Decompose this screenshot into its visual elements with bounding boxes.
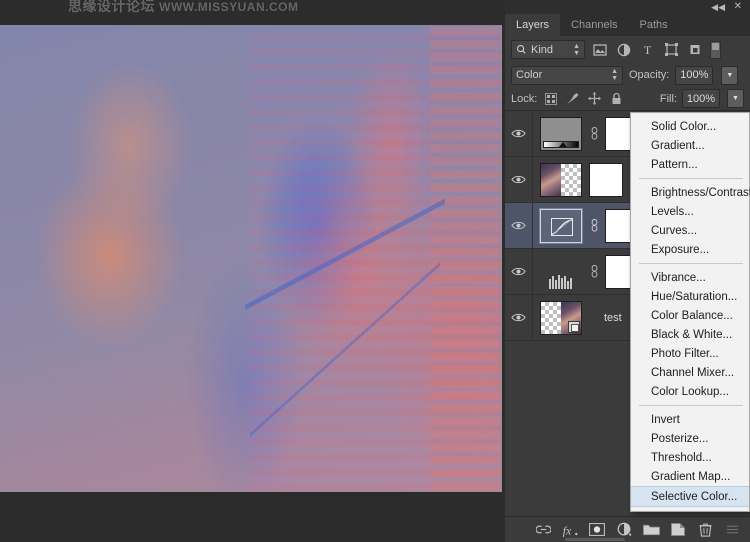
svg-text:T: T xyxy=(644,43,652,56)
layer-thumbnail-wrap[interactable] xyxy=(540,162,582,197)
layer-mask-link-icon[interactable] xyxy=(586,219,602,232)
tab-layers[interactable]: Layers xyxy=(505,14,561,36)
smart-object-icon[interactable] xyxy=(686,40,705,59)
layer-mask-link-icon[interactable] xyxy=(586,127,602,140)
blend-mode-row: Color ▲ ▼ Opacity: 100% ▼ xyxy=(505,63,750,87)
layer-name-label[interactable]: test xyxy=(604,312,622,324)
layer-thumbnail-wrap[interactable] xyxy=(539,207,583,244)
layer-thumbnail-wrap[interactable] xyxy=(540,255,582,289)
new-group-icon[interactable] xyxy=(639,519,663,541)
levels-adjustment-thumbnail[interactable] xyxy=(540,255,582,289)
lock-position-icon[interactable] xyxy=(586,90,603,107)
menu-item-black-and-white[interactable]: Black & White... xyxy=(631,325,749,344)
tab-channels[interactable]: Channels xyxy=(560,14,629,36)
filter-kind-label: Kind xyxy=(531,43,554,56)
lock-transparent-pixels-icon[interactable] xyxy=(542,90,559,107)
collapse-panel-icon[interactable]: ◀◀ xyxy=(711,1,725,13)
menu-item-levels[interactable]: Levels... xyxy=(631,202,749,221)
eye-icon xyxy=(511,129,526,138)
menu-item-color-balance[interactable]: Color Balance... xyxy=(631,306,749,325)
menu-item-selective-color[interactable]: Selective Color... xyxy=(631,486,749,507)
menu-separator xyxy=(639,263,743,264)
opacity-label: Opacity: xyxy=(629,69,670,81)
blend-mode-select[interactable]: Color ▲ ▼ xyxy=(511,65,623,85)
layer-visibility-toggle[interactable] xyxy=(505,203,533,248)
curves-adjustment-thumbnail[interactable] xyxy=(539,207,583,244)
eye-icon xyxy=(511,175,526,184)
search-icon xyxy=(517,45,526,54)
lock-all-icon[interactable] xyxy=(608,90,625,107)
layer-filter-row: Kind ▲ ▼ T xyxy=(505,36,750,63)
eye-icon xyxy=(511,221,526,230)
panel-titlebar: ◀◀ ✕ xyxy=(505,0,750,14)
menu-item-photo-filter[interactable]: Photo Filter... xyxy=(631,344,749,363)
eye-icon xyxy=(511,313,526,322)
smart-object-thumbnail[interactable] xyxy=(540,300,582,335)
menu-item-curves[interactable]: Curves... xyxy=(631,221,749,240)
pixel-layer-icon[interactable] xyxy=(590,40,609,59)
layer-visibility-toggle[interactable] xyxy=(505,249,533,294)
lock-row: Lock: Fill: 100% ▼ xyxy=(505,87,750,111)
menu-item-exposure[interactable]: Exposure... xyxy=(631,240,749,259)
layer-visibility-toggle[interactable] xyxy=(505,295,533,340)
layer-thumbnail-wrap[interactable] xyxy=(540,300,582,335)
menu-item-invert[interactable]: Invert xyxy=(631,410,749,429)
menu-item-vibrance[interactable]: Vibrance... xyxy=(631,268,749,287)
artboard-image[interactable] xyxy=(0,25,502,492)
delete-layer-icon[interactable] xyxy=(693,519,717,541)
image-thumbnail[interactable] xyxy=(540,162,582,197)
menu-item-gradient[interactable]: Gradient... xyxy=(631,136,749,155)
lock-image-pixels-icon[interactable] xyxy=(564,90,581,107)
layer-thumbnail-wrap[interactable] xyxy=(540,116,582,151)
eye-icon xyxy=(511,267,526,276)
menu-item-pattern[interactable]: Pattern... xyxy=(631,155,749,174)
document-canvas-area[interactable] xyxy=(0,0,505,542)
shape-layer-icon[interactable] xyxy=(662,40,681,59)
new-layer-icon[interactable] xyxy=(666,519,690,541)
filter-kind-select[interactable]: Kind ▲ ▼ xyxy=(511,40,585,59)
fill-input[interactable]: 100% xyxy=(682,89,720,108)
horizontal-scrollbar[interactable] xyxy=(565,538,625,541)
blend-mode-value: Color xyxy=(516,69,543,81)
menu-item-posterize[interactable]: Posterize... xyxy=(631,429,749,448)
panel-menu-icon[interactable] xyxy=(720,519,744,541)
filter-enable-toggle[interactable] xyxy=(710,40,721,59)
photoshop-window: ◀◀ ✕ Layers Channels Paths Kind ▲ ▼ T Co… xyxy=(0,0,750,542)
link-layers-icon[interactable] xyxy=(531,519,555,541)
lock-label: Lock: xyxy=(511,92,538,105)
opacity-input[interactable]: 100% xyxy=(675,65,714,85)
panel-tab-bar: Layers Channels Paths xyxy=(505,14,750,36)
menu-item-threshold[interactable]: Threshold... xyxy=(631,448,749,467)
adjustment-layer-icon[interactable] xyxy=(614,40,633,59)
menu-separator xyxy=(639,178,743,179)
menu-item-color-lookup[interactable]: Color Lookup... xyxy=(631,382,749,401)
layer-visibility-toggle[interactable] xyxy=(505,157,533,202)
menu-item-hue-saturation[interactable]: Hue/Saturation... xyxy=(631,287,749,306)
layer-mask-thumbnail[interactable] xyxy=(589,162,623,197)
new-adjustment-layer-menu: Solid Color... Gradient... Pattern... Br… xyxy=(630,112,750,512)
menu-item-channel-mixer[interactable]: Channel Mixer... xyxy=(631,363,749,382)
fill-slider-dropdown-icon[interactable]: ▼ xyxy=(727,89,744,108)
tab-paths[interactable]: Paths xyxy=(628,14,679,36)
layers-panel-toolbar: fx xyxy=(505,516,750,542)
menu-separator xyxy=(639,405,743,406)
photo-layer-noise xyxy=(0,25,501,491)
type-layer-icon[interactable]: T xyxy=(638,40,657,59)
layer-visibility-toggle[interactable] xyxy=(505,111,533,156)
blend-mode-spinner-icon[interactable]: ▲ ▼ xyxy=(611,68,618,82)
smart-object-badge-icon xyxy=(568,320,580,333)
filter-kind-spinner-icon[interactable]: ▲ ▼ xyxy=(573,43,580,57)
fill-label: Fill: xyxy=(659,92,677,105)
svg-text:fx: fx xyxy=(563,524,572,537)
menu-item-brightness-contrast[interactable]: Brightness/Contrast... xyxy=(631,183,750,202)
menu-item-solid-color[interactable]: Solid Color... xyxy=(631,117,749,136)
close-panel-icon[interactable]: ✕ xyxy=(734,1,742,13)
menu-item-gradient-map[interactable]: Gradient Map... xyxy=(631,467,749,486)
gradient-map-thumbnail[interactable] xyxy=(540,116,582,151)
layer-mask-link-icon[interactable] xyxy=(586,265,602,278)
opacity-slider-dropdown-icon[interactable]: ▼ xyxy=(721,65,739,85)
